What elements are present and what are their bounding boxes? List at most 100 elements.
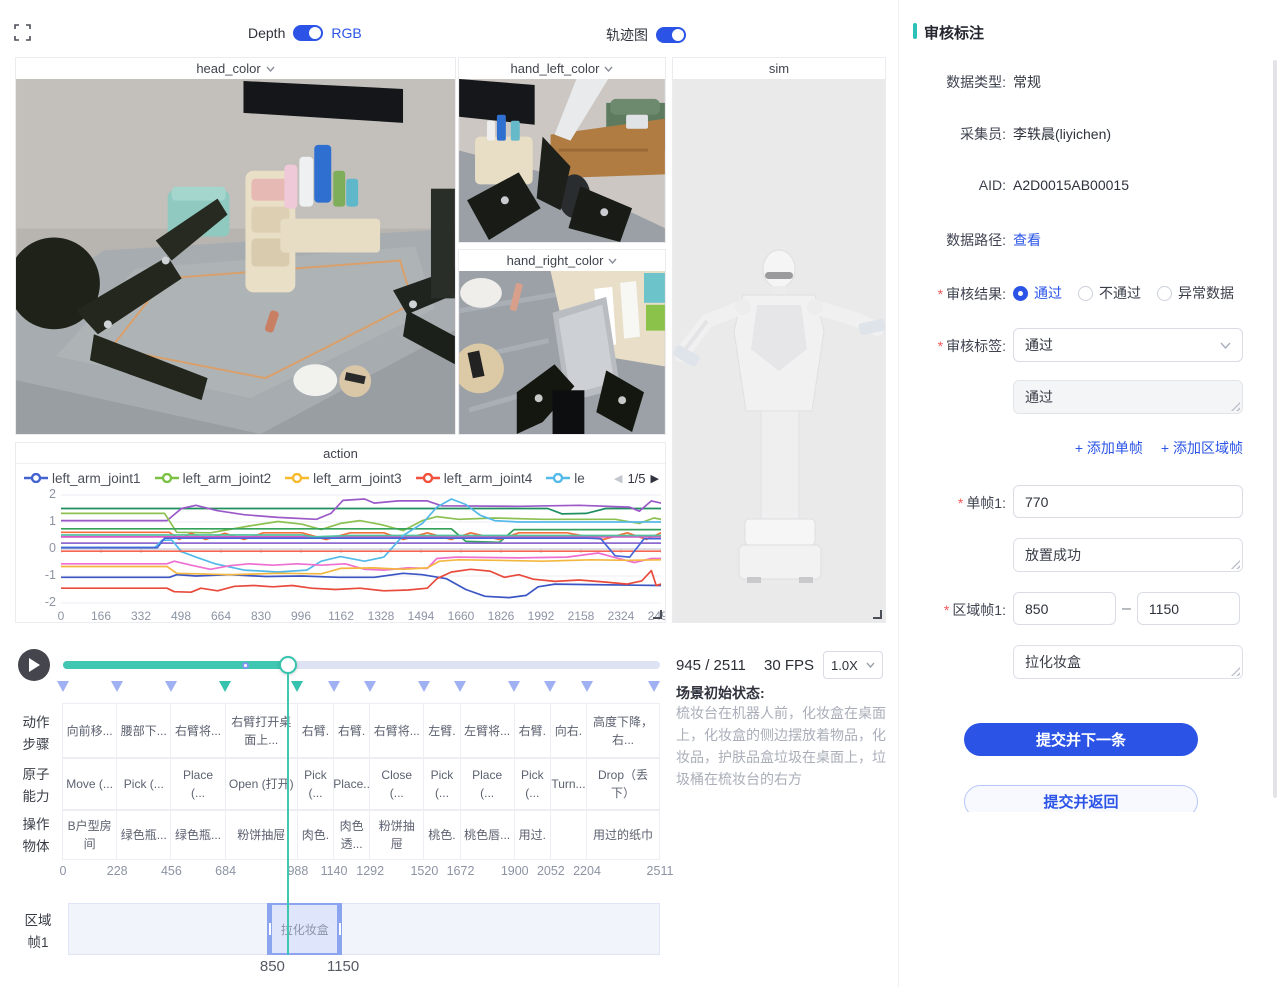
region-frame-track[interactable]: 拉化妆盒 (68, 903, 660, 955)
timeline-marker-1292[interactable] (364, 681, 376, 692)
timeline-marker-684[interactable] (219, 681, 231, 692)
region-segment[interactable]: 拉化妆盒 (269, 903, 340, 955)
x-tick-label: 1328 (364, 609, 398, 623)
add-single-frame-link[interactable]: + 添加单帧 (1075, 438, 1143, 458)
result-option-异常数据[interactable]: 异常数据 (1157, 283, 1234, 303)
step-cell-atomic-6[interactable]: Place.. (333, 758, 370, 810)
resize-grip-icon[interactable] (1231, 560, 1240, 569)
add-region-frame-link[interactable]: + 添加区域帧 (1161, 438, 1243, 458)
play-button[interactable] (18, 649, 50, 681)
timeline-slider[interactable] (63, 657, 660, 673)
resize-grip-icon[interactable] (1231, 667, 1240, 676)
step-cell-action-6[interactable]: 右臂. (333, 703, 370, 758)
legend-item-left_arm_joint2[interactable]: left_arm_joint2 (155, 471, 272, 486)
depth-rgb-switch[interactable] (293, 25, 323, 41)
result-option-不通过[interactable]: 不通过 (1078, 283, 1141, 303)
step-cell-action-3[interactable]: 右臂将... (170, 703, 225, 758)
region-start-input[interactable] (1013, 592, 1116, 625)
legend-item-left_arm_joint1[interactable]: left_arm_joint1 (24, 471, 141, 486)
step-cell-atomic-9[interactable]: Place (... (460, 758, 515, 810)
step-cell-object-11[interactable] (550, 810, 587, 860)
single-frame-note-textarea[interactable]: 放置成功 (1013, 538, 1243, 572)
timeline-marker-0[interactable] (57, 681, 69, 692)
trajectory-switch[interactable] (656, 27, 686, 43)
step-cell-action-1[interactable]: 向前移... (62, 703, 117, 758)
legend-next-icon[interactable]: ▶ (651, 472, 659, 485)
hand-left-camera-select[interactable]: hand_left_color (459, 58, 665, 79)
step-axis-label: 1292 (350, 864, 390, 878)
legend-item-le[interactable]: le (546, 471, 585, 486)
step-cell-atomic-3[interactable]: Place (... (170, 758, 225, 810)
submit-next-button[interactable]: 提交并下一条 (964, 723, 1198, 756)
step-cell-atomic-11[interactable]: Turn... (550, 758, 587, 810)
sim-resize-handle[interactable] (873, 610, 882, 619)
review-tag-select[interactable]: 通过 (1013, 328, 1243, 362)
step-cell-object-8[interactable]: 桃色. (423, 810, 460, 860)
timeline-marker-1140[interactable] (328, 681, 340, 692)
step-cell-action-11[interactable]: 向右. (550, 703, 587, 758)
step-cell-action-9[interactable]: 左臂将... (460, 703, 515, 758)
panel-scrollbar[interactable] (1273, 60, 1277, 798)
step-cell-atomic-2[interactable]: Pick (... (116, 758, 171, 810)
timeline-marker-988[interactable] (291, 681, 303, 692)
step-cell-object-12[interactable]: 用过的纸巾 (586, 810, 660, 860)
legend-item-left_arm_joint3[interactable]: left_arm_joint3 (285, 471, 402, 486)
view-data-path-link[interactable]: 查看 (1013, 222, 1041, 250)
step-cell-action-8[interactable]: 左臂. (423, 703, 460, 758)
timeline-marker-228[interactable] (111, 681, 123, 692)
timeline-marker-1672[interactable] (454, 681, 466, 692)
legend-item-left_arm_joint4[interactable]: left_arm_joint4 (416, 471, 533, 486)
step-cell-object-5[interactable]: 肉色. (297, 810, 334, 860)
step-cell-atomic-12[interactable]: Drop（丢下） (586, 758, 660, 810)
single-frame-dot[interactable] (242, 662, 249, 669)
region-frame-note-textarea[interactable]: 拉化妆盒 (1013, 645, 1243, 679)
step-cell-action-12[interactable]: 高度下降，右... (586, 703, 660, 758)
step-cell-object-1[interactable]: B户型房间 (62, 810, 117, 860)
step-cell-object-9[interactable]: 桃色唇... (460, 810, 515, 860)
radio-selected-icon[interactable] (1013, 286, 1028, 301)
step-cell-object-2[interactable]: 绿色瓶... (116, 810, 171, 860)
hand-right-camera-select[interactable]: hand_right_color (459, 250, 665, 271)
slider-handle[interactable] (279, 656, 297, 674)
legend-prev-icon[interactable]: ◀ (614, 472, 622, 485)
step-cell-atomic-1[interactable]: Move (... (62, 758, 117, 810)
region-handle-right[interactable] (337, 903, 342, 955)
step-cell-atomic-7[interactable]: Close (... (369, 758, 424, 810)
step-axis-label: 2204 (567, 864, 607, 878)
region-end-input[interactable] (1137, 592, 1240, 625)
fullscreen-icon[interactable] (14, 24, 31, 41)
step-cell-atomic-8[interactable]: Pick (... (423, 758, 460, 810)
timeline-marker-2204[interactable] (581, 681, 593, 692)
chart-resize-handle[interactable] (653, 610, 662, 619)
radio-icon[interactable] (1078, 286, 1093, 301)
single-frame-input[interactable] (1013, 485, 1243, 518)
step-cell-object-3[interactable]: 绿色瓶... (170, 810, 225, 860)
x-tick-label: 1826 (484, 609, 518, 623)
resize-grip-icon[interactable] (1231, 402, 1240, 411)
head-camera-panel: head_color (15, 57, 456, 435)
tag-note-textarea[interactable]: 通过 (1013, 380, 1243, 414)
step-cell-action-7[interactable]: 右臂将... (369, 703, 424, 758)
step-cell-object-7[interactable]: 粉饼抽屉 (369, 810, 424, 860)
step-cell-action-10[interactable]: 右臂. (514, 703, 551, 758)
timeline-marker-456[interactable] (165, 681, 177, 692)
step-axis-label: 988 (278, 864, 318, 878)
radio-icon[interactable] (1157, 286, 1172, 301)
head-camera-select[interactable]: head_color (16, 58, 455, 79)
step-cell-action-2[interactable]: 腰部下... (116, 703, 171, 758)
hand-left-camera-image (459, 79, 665, 242)
step-cell-atomic-5[interactable]: Pick (... (297, 758, 334, 810)
hand-left-camera-title: hand_left_color (511, 61, 600, 76)
timeline-marker-2511[interactable] (648, 681, 660, 692)
submit-back-button[interactable]: 提交并返回 (964, 785, 1198, 812)
step-cell-action-5[interactable]: 右臂. (297, 703, 334, 758)
step-cell-atomic-10[interactable]: Pick (... (514, 758, 551, 810)
timeline-marker-1520[interactable] (418, 681, 430, 692)
result-option-通过[interactable]: 通过 (1013, 283, 1062, 303)
region-handle-left[interactable] (267, 903, 272, 955)
timeline-marker-1900[interactable] (508, 681, 520, 692)
step-cell-object-10[interactable]: 用过. (514, 810, 551, 860)
step-cell-object-6[interactable]: 肉色透... (333, 810, 370, 860)
timeline-marker-2052[interactable] (544, 681, 556, 692)
playback-speed-select[interactable]: 1.0X (823, 651, 883, 679)
